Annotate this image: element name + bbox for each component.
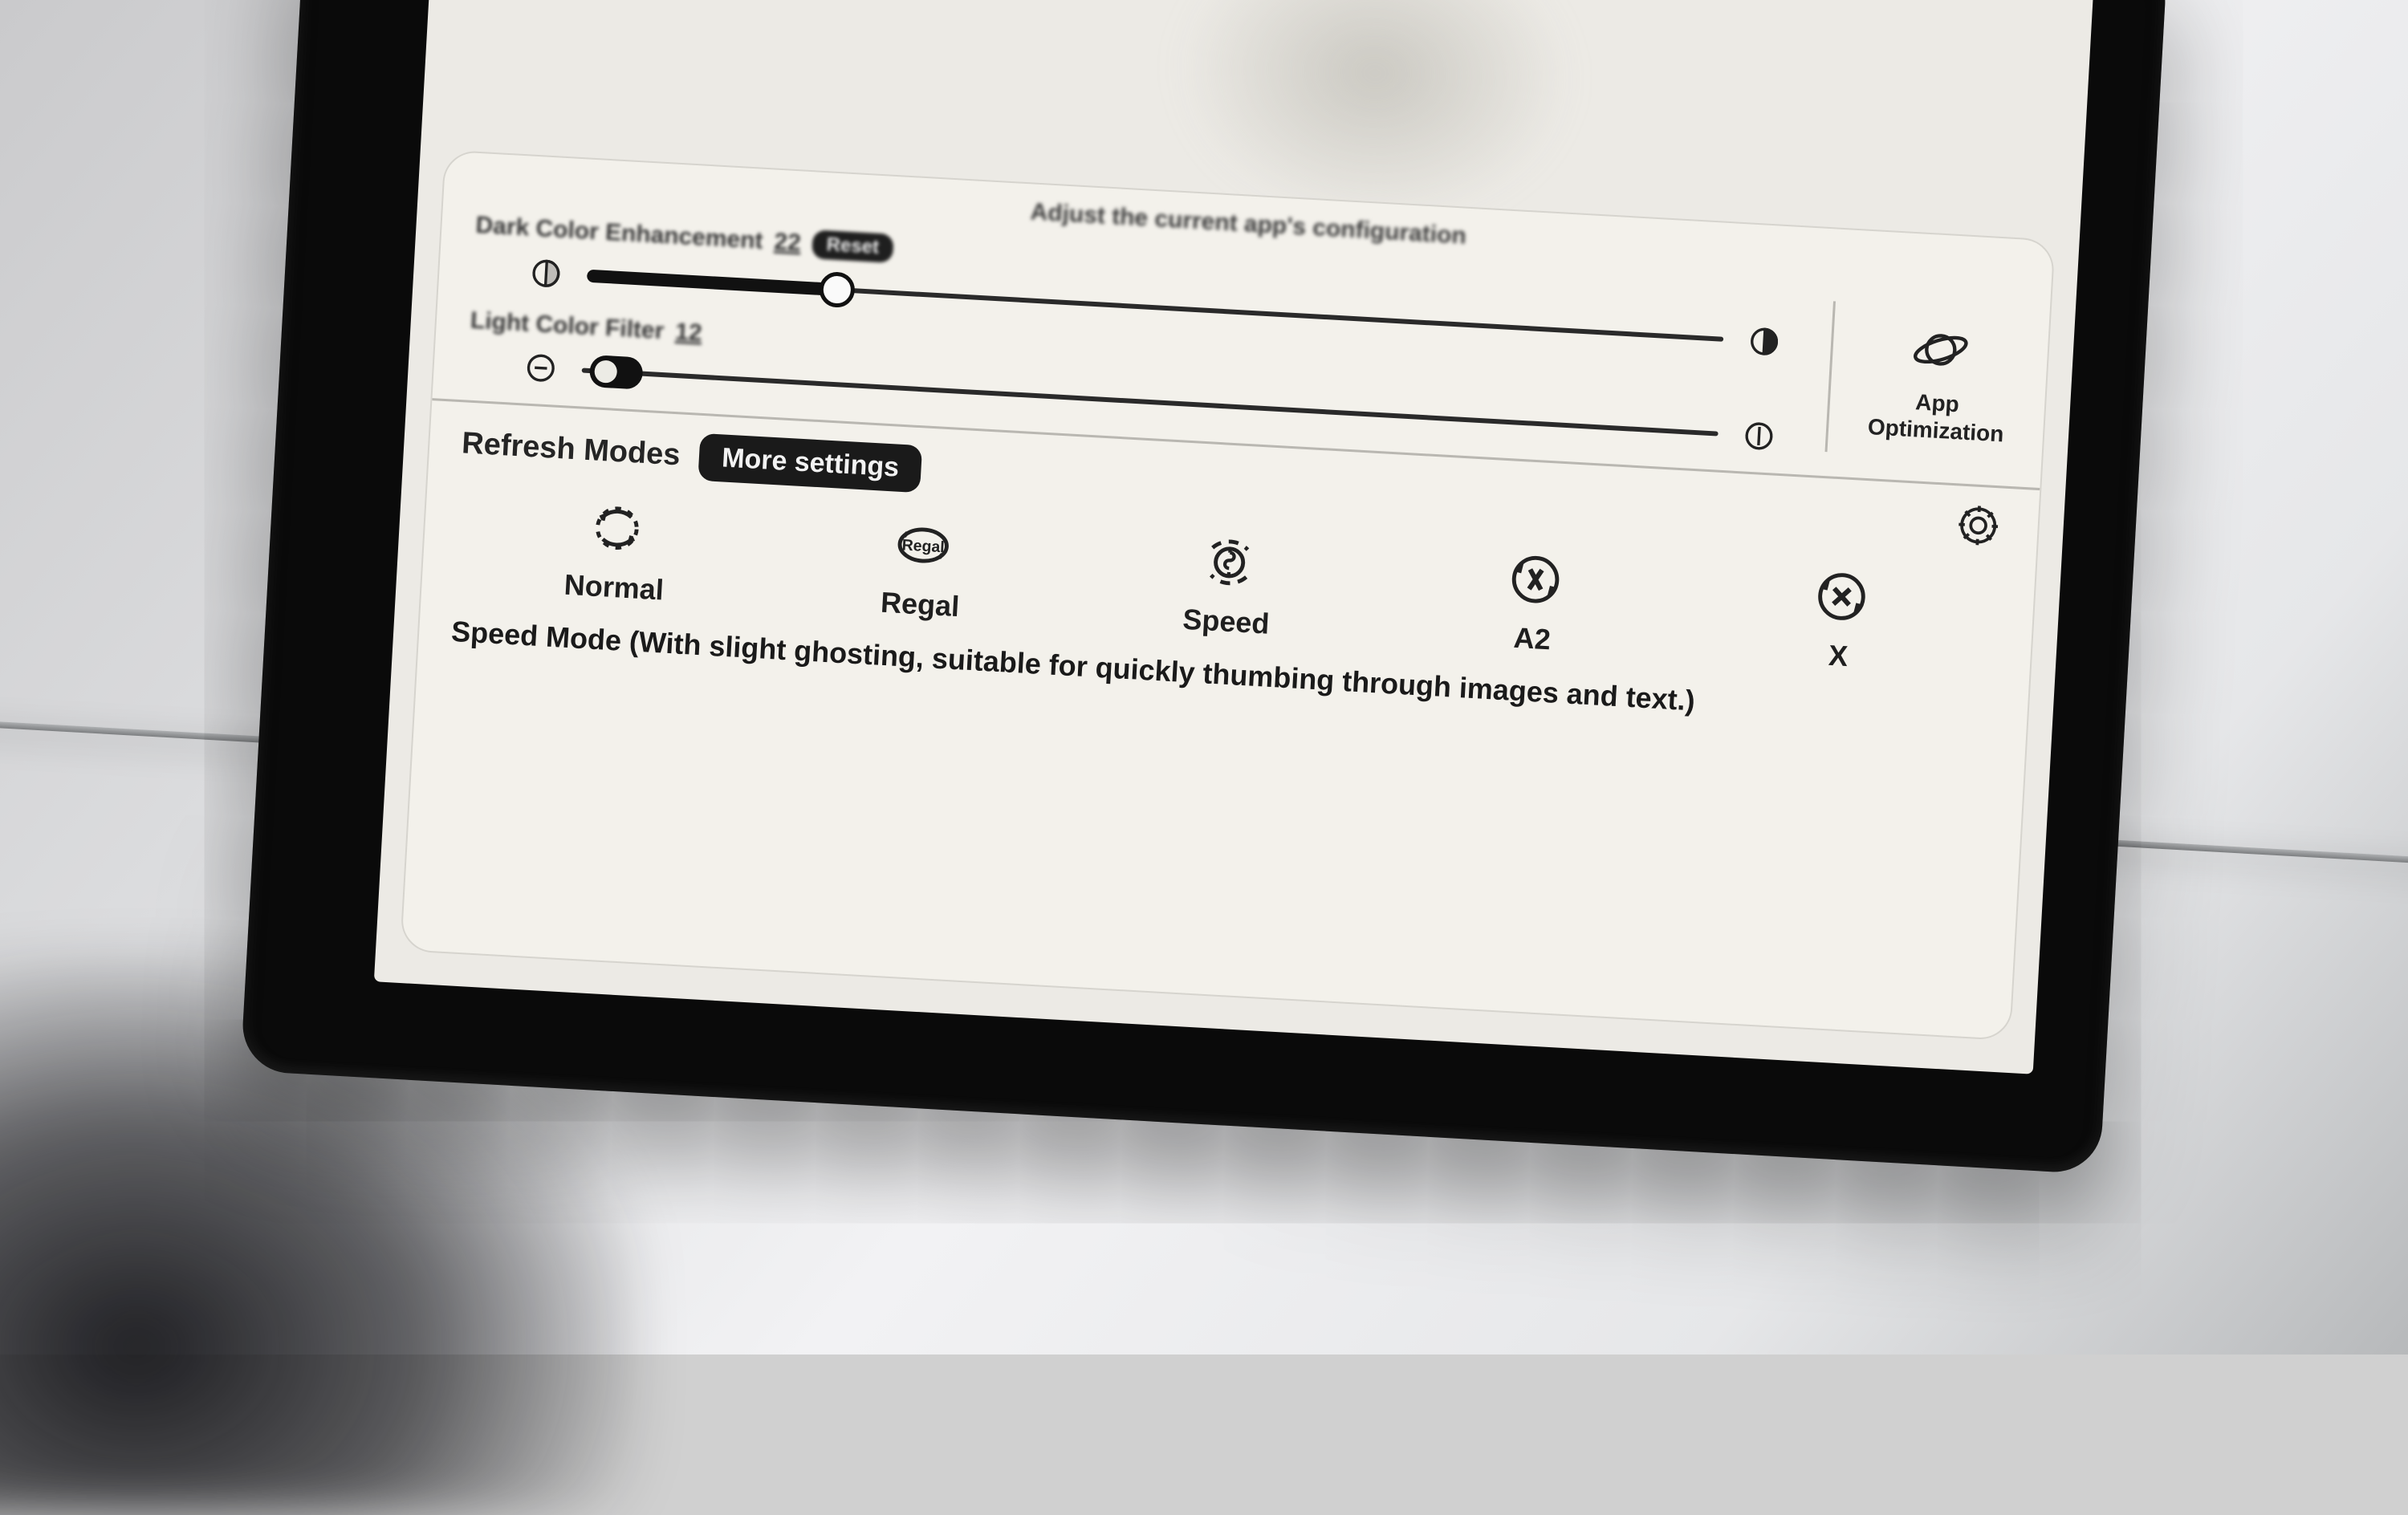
more-settings-button[interactable]: More settings xyxy=(698,433,923,493)
dark-enhancement-thumb[interactable] xyxy=(819,271,856,308)
mode-normal[interactable]: Normal xyxy=(470,489,763,612)
mode-x[interactable]: X xyxy=(1694,558,1987,681)
filter-low-icon xyxy=(522,348,560,387)
settings-panel: Adjust the current app's configuration D… xyxy=(400,149,2056,1041)
scene: Adjust the current app's configuration D… xyxy=(0,0,2408,1355)
refresh-modes-section: Refresh Modes More settings xyxy=(401,400,2040,1039)
light-filter-label: Light Color Filter xyxy=(470,307,665,345)
mode-speed[interactable]: Speed xyxy=(1081,523,1374,647)
mode-regal[interactable]: Regal Regal xyxy=(775,506,1068,630)
contrast-high-icon xyxy=(1745,322,1784,360)
app-optimization-label: App Optimization xyxy=(1867,386,2006,448)
app-optimization-button[interactable]: App Optimization xyxy=(1825,301,2050,464)
dark-enhancement-reset-button[interactable]: Reset xyxy=(811,229,894,263)
dark-enhancement-label: Dark Color Enhancement xyxy=(475,212,764,255)
normal-icon xyxy=(584,495,650,561)
mode-x-label: X xyxy=(1828,639,1849,673)
refresh-modes-title: Refresh Modes xyxy=(461,426,681,473)
x-mode-icon xyxy=(1808,563,1874,629)
light-filter-toggle[interactable] xyxy=(588,355,643,390)
ereader-device: Adjust the current app's configuration D… xyxy=(240,0,2167,1175)
dark-enhancement-fill xyxy=(587,270,837,296)
ereader-screen: Adjust the current app's configuration D… xyxy=(374,0,2096,1074)
a2-icon xyxy=(1503,546,1568,612)
dark-enhancement-value: 22 xyxy=(774,229,802,258)
planet-icon xyxy=(1910,320,1970,384)
light-filter-value: 12 xyxy=(674,319,702,347)
svg-text:Regal: Regal xyxy=(901,536,945,556)
regal-icon: Regal xyxy=(890,512,956,578)
mode-a2[interactable]: A2 xyxy=(1388,540,1681,664)
mode-normal-label: Normal xyxy=(563,568,665,607)
mode-speed-label: Speed xyxy=(1182,603,1270,641)
filter-high-icon xyxy=(1739,416,1778,455)
gear-icon[interactable] xyxy=(1953,500,2003,550)
contrast-low-icon xyxy=(527,254,565,293)
mode-a2-label: A2 xyxy=(1513,621,1552,657)
mode-regal-label: Regal xyxy=(880,586,960,623)
speed-icon xyxy=(1197,530,1263,595)
